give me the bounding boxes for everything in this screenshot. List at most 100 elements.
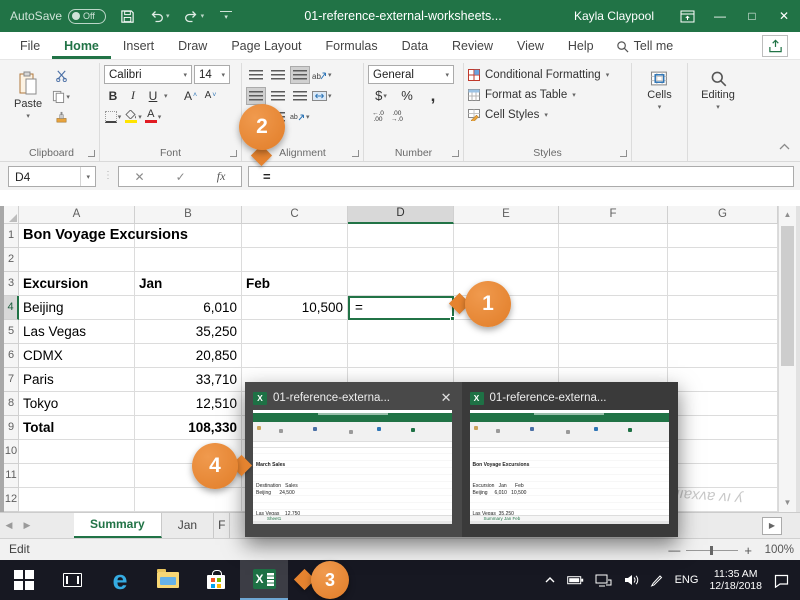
tab-page-layout[interactable]: Page Layout	[219, 34, 313, 59]
zoom-out-button[interactable]: —	[668, 543, 680, 557]
row-header[interactable]: 4	[4, 296, 19, 320]
align-center-button[interactable]	[268, 87, 288, 105]
cell[interactable]	[559, 248, 668, 272]
minimize-button[interactable]: —	[704, 0, 736, 32]
customize-quick-access-icon[interactable]: ▾	[220, 11, 232, 21]
cell[interactable]: Excursion	[19, 272, 135, 296]
network-icon[interactable]	[595, 574, 612, 587]
name-box[interactable]: D4 ▾	[8, 166, 96, 187]
cell[interactable]	[454, 224, 559, 248]
formula-input[interactable]: =	[248, 166, 794, 187]
cell[interactable]	[135, 248, 242, 272]
underline-button[interactable]: U	[144, 86, 162, 105]
sheet-tab-feb-partial[interactable]: F	[214, 513, 230, 538]
column-header-b[interactable]: B	[135, 206, 242, 224]
tab-draw[interactable]: Draw	[166, 34, 219, 59]
format-as-table-button[interactable]: Format as Table▾	[468, 85, 627, 105]
cell[interactable]	[668, 320, 778, 344]
cell-styles-button[interactable]: Cell Styles▾	[468, 105, 627, 125]
cell[interactable]	[668, 224, 778, 248]
collapse-ribbon-button[interactable]	[779, 137, 790, 155]
row-header[interactable]: 10	[4, 440, 19, 464]
dialog-launcher-icon[interactable]	[620, 150, 627, 157]
excel-taskbar-button[interactable]: X	[240, 560, 288, 600]
dialog-launcher-icon[interactable]	[230, 150, 237, 157]
increase-decimal-button[interactable]: ←.0 .00	[372, 111, 384, 123]
dialog-launcher-icon[interactable]	[352, 150, 359, 157]
hscroll-right-button[interactable]: ▶	[762, 517, 782, 535]
format-painter-button[interactable]	[52, 108, 70, 127]
edge-button[interactable]: e	[96, 560, 144, 600]
cell[interactable]	[242, 320, 348, 344]
cell[interactable]: 6,010	[135, 296, 242, 320]
scroll-down-icon[interactable]: ▼	[779, 494, 796, 512]
row-header[interactable]: 7	[4, 368, 19, 392]
autosave-toggle[interactable]: Off	[68, 9, 106, 24]
preview-thumbnail-1[interactable]: March Sales Destination SalesBeijing 24,…	[253, 410, 452, 524]
active-cell-d4[interactable]: =	[348, 296, 454, 320]
scrollbar-thumb[interactable]	[781, 226, 794, 366]
cell[interactable]: Bon Voyage Excursions	[19, 224, 135, 248]
cell[interactable]: 35,250	[135, 320, 242, 344]
column-header-f[interactable]: F	[559, 206, 668, 224]
enter-button[interactable]: ✓	[176, 170, 186, 184]
borders-button[interactable]: ▾	[104, 107, 122, 126]
row-header[interactable]: 6	[4, 344, 19, 368]
merge-center-button[interactable]: ▾	[312, 86, 332, 105]
cut-button[interactable]	[52, 66, 70, 85]
save-button[interactable]	[120, 9, 135, 24]
percent-style-button[interactable]: %	[398, 86, 416, 105]
orientation-button[interactable]: ab▾	[312, 65, 332, 84]
row-header[interactable]: 3	[4, 272, 19, 296]
cell[interactable]: 10,500	[242, 296, 348, 320]
grow-font-button[interactable]: A˄	[182, 86, 200, 105]
tab-formulas[interactable]: Formulas	[314, 34, 390, 59]
comma-style-button[interactable]: ,	[424, 86, 442, 105]
dialog-launcher-icon[interactable]	[88, 150, 95, 157]
close-icon[interactable]: ✕	[439, 390, 454, 406]
show-hidden-icons-chevron[interactable]	[544, 576, 556, 584]
cell[interactable]	[668, 416, 778, 440]
cell[interactable]: Las Vegas	[19, 320, 135, 344]
conditional-formatting-button[interactable]: Conditional Formatting▾	[468, 65, 627, 85]
row-header[interactable]: 5	[4, 320, 19, 344]
action-center-icon[interactable]	[773, 573, 790, 588]
cell[interactable]	[668, 392, 778, 416]
zoom-slider[interactable]	[686, 550, 738, 551]
cell[interactable]	[559, 272, 668, 296]
italic-button[interactable]: I	[124, 86, 142, 105]
sheet-tab-summary[interactable]: Summary	[74, 513, 162, 538]
start-button[interactable]	[0, 560, 48, 600]
cell[interactable]	[135, 488, 242, 512]
zoom-slider-thumb[interactable]	[710, 546, 713, 555]
cell[interactable]	[348, 320, 454, 344]
ribbon-display-options-button[interactable]	[670, 0, 704, 32]
accounting-format-button[interactable]: $▾	[372, 86, 390, 105]
align-left-button[interactable]	[246, 87, 266, 105]
task-view-button[interactable]	[48, 560, 96, 600]
language-indicator[interactable]: ENG	[675, 574, 699, 586]
tab-file[interactable]: File	[8, 34, 52, 59]
cell[interactable]	[559, 296, 668, 320]
tab-help[interactable]: Help	[556, 34, 606, 59]
cell[interactable]: 12,510	[135, 392, 242, 416]
cell[interactable]	[242, 344, 348, 368]
cell[interactable]	[19, 248, 135, 272]
column-header-d[interactable]: D	[348, 206, 454, 224]
select-all-corner[interactable]	[4, 206, 19, 224]
cell[interactable]	[348, 224, 454, 248]
paste-button[interactable]: Paste ▾	[8, 64, 48, 127]
row-header[interactable]: 2	[4, 248, 19, 272]
cell[interactable]: 20,850	[135, 344, 242, 368]
sheet-nav-left-icon[interactable]: ◀	[0, 513, 18, 538]
tab-insert[interactable]: Insert	[111, 34, 166, 59]
preview-thumbnail-2[interactable]: Bon Voyage Excursions Excursion Jan FebB…	[470, 410, 669, 524]
scroll-up-icon[interactable]: ▲	[779, 206, 796, 224]
font-color-button[interactable]: A ▾	[144, 107, 162, 126]
clock[interactable]: 11:35 AM 12/18/2018	[709, 568, 762, 593]
zoom-level[interactable]: 100%	[758, 544, 794, 556]
column-header-a[interactable]: A	[19, 206, 135, 224]
cell[interactable]	[668, 344, 778, 368]
maximize-button[interactable]: □	[736, 0, 768, 32]
sheet-tab-jan[interactable]: Jan	[162, 513, 214, 538]
